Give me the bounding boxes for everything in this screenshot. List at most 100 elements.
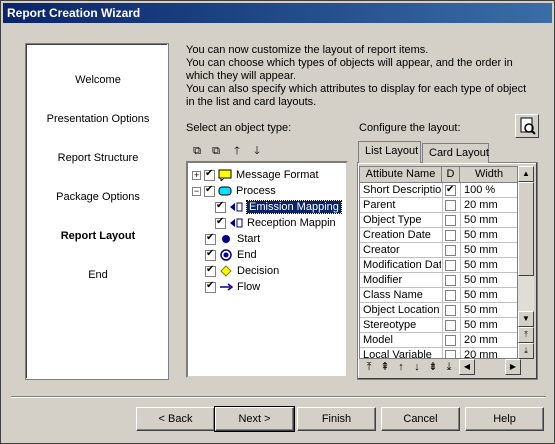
grid-vertical-scrollbar[interactable]: ▲ ▼ ⤒ ⤓ (518, 166, 534, 359)
width-cell[interactable]: 50 mm (464, 213, 517, 228)
collapse-icon[interactable]: − (192, 186, 201, 196)
display-cell[interactable] (445, 213, 459, 228)
display-cell[interactable] (445, 288, 459, 303)
expand-icon[interactable]: + (192, 170, 201, 180)
tree-checkbox[interactable] (205, 248, 216, 261)
display-checkbox[interactable] (445, 320, 456, 331)
table-row[interactable]: Object Location 50 mm (360, 303, 517, 318)
display-checkbox[interactable] (445, 350, 456, 358)
tree-item-message-format[interactable]: + Message Format (192, 167, 319, 183)
move-page-up-icon[interactable]: ⇞ (377, 359, 393, 375)
column-separator (460, 198, 461, 213)
table-row[interactable]: Model 20 mm (360, 333, 517, 348)
display-checkbox[interactable] (445, 183, 456, 197)
scroll-up-button[interactable]: ▲ (518, 166, 534, 182)
width-cell[interactable]: 100 % (464, 183, 517, 198)
width-cell[interactable]: 20 mm (464, 348, 517, 358)
display-cell[interactable] (445, 228, 459, 243)
back-button[interactable]: < Back (136, 407, 215, 431)
width-cell[interactable]: 50 mm (464, 243, 517, 258)
tree-checkbox[interactable] (204, 184, 215, 197)
tree-checkbox[interactable] (215, 200, 226, 213)
move-to-top-button[interactable]: ⤒ (518, 327, 534, 343)
tree-item-start[interactable]: Start (205, 231, 260, 247)
tab-list-layout[interactable]: List Layout (358, 141, 421, 163)
display-checkbox[interactable] (445, 245, 456, 256)
display-checkbox[interactable] (445, 305, 456, 316)
display-checkbox[interactable] (445, 200, 456, 211)
column-header-attribute-name[interactable]: Attibute Name (360, 167, 442, 183)
move-down-icon[interactable]: 🡓 (249, 143, 265, 159)
move-to-bottom-button[interactable]: ⤓ (518, 343, 534, 359)
move-bottom-icon[interactable]: ⤓ (441, 359, 457, 375)
tree-checkbox[interactable] (205, 280, 216, 293)
scroll-thumb[interactable] (518, 182, 534, 276)
table-row[interactable]: Modifier 50 mm (360, 273, 517, 288)
display-cell[interactable] (445, 318, 459, 333)
width-cell[interactable]: 50 mm (464, 288, 517, 303)
display-cell[interactable] (445, 258, 459, 273)
table-row[interactable]: Parent 20 mm (360, 198, 517, 213)
preview-button[interactable] (515, 114, 539, 138)
width-cell[interactable]: 50 mm (464, 318, 517, 333)
display-cell[interactable] (445, 183, 459, 198)
scroll-right-button[interactable]: ▶ (505, 359, 521, 375)
finish-button[interactable]: Finish (297, 407, 376, 431)
move-up-icon[interactable]: ↑ (393, 359, 409, 375)
object-type-tree[interactable]: + Message Format − Process Emission Mapp… (186, 161, 348, 378)
tree-item-emission-mapping[interactable]: Emission Mapping (215, 199, 342, 215)
display-cell[interactable] (445, 198, 459, 213)
display-cell[interactable] (445, 348, 459, 358)
tree-item-end[interactable]: End (205, 247, 257, 263)
display-checkbox[interactable] (445, 260, 456, 271)
display-checkbox[interactable] (445, 275, 456, 286)
column-header-width[interactable]: Width (460, 167, 517, 183)
display-cell[interactable] (445, 273, 459, 288)
width-cell[interactable]: 50 mm (464, 258, 517, 273)
table-row[interactable]: Modification Dat 50 mm (360, 258, 517, 273)
tree-checkbox[interactable] (204, 168, 215, 181)
tree-item-process[interactable]: − Process (192, 183, 276, 199)
tree-checkbox[interactable] (205, 232, 216, 245)
scroll-down-button[interactable]: ▼ (518, 311, 534, 327)
tree-item-reception-mapping[interactable]: Reception Mappin (215, 215, 336, 231)
display-cell[interactable] (445, 243, 459, 258)
help-button[interactable]: Help (465, 407, 544, 431)
table-row[interactable]: Local Variable 20 mm (360, 348, 517, 358)
tree-checkbox[interactable] (215, 216, 226, 229)
display-checkbox[interactable] (445, 335, 456, 346)
scroll-left-button[interactable]: ◀ (459, 359, 475, 375)
table-row[interactable]: Object Type 50 mm (360, 213, 517, 228)
width-cell[interactable]: 50 mm (464, 273, 517, 288)
tab-card-layout[interactable]: Card Layout (422, 143, 489, 163)
table-row[interactable]: Stereotype 50 mm (360, 318, 517, 333)
tree-item-decision[interactable]: Decision (205, 263, 279, 279)
width-cell[interactable]: 20 mm (464, 333, 517, 348)
display-cell[interactable] (445, 333, 459, 348)
step-report-structure: Report Structure (57, 152, 139, 164)
next-button[interactable]: Next > (214, 406, 295, 432)
move-down-icon[interactable]: ↓ (409, 359, 425, 375)
width-cell[interactable]: 20 mm (464, 198, 517, 213)
cancel-button[interactable]: Cancel (381, 407, 460, 431)
column-header-display[interactable]: D (442, 167, 460, 183)
width-cell[interactable]: 50 mm (464, 228, 517, 243)
display-cell[interactable] (445, 303, 459, 318)
display-checkbox[interactable] (445, 290, 456, 301)
move-up-icon[interactable]: 🡑 (229, 143, 245, 159)
move-page-down-icon[interactable]: ⇟ (425, 359, 441, 375)
preview-icon (520, 117, 536, 135)
table-row[interactable]: Creator 50 mm (360, 243, 517, 258)
table-row[interactable]: Creation Date 50 mm (360, 228, 517, 243)
table-row[interactable]: Class Name 50 mm (360, 288, 517, 303)
tree-item-flow[interactable]: Flow (205, 279, 260, 295)
attribute-grid[interactable]: Attibute Name D Width Short Descriptio 10… (359, 166, 518, 359)
tree-checkbox[interactable] (205, 264, 216, 277)
display-checkbox[interactable] (445, 215, 456, 226)
deselect-all-icon[interactable]: ⧉ (208, 143, 224, 159)
width-cell[interactable]: 50 mm (464, 303, 517, 318)
select-all-icon[interactable]: ⧉ (189, 143, 205, 159)
display-checkbox[interactable] (445, 230, 456, 241)
table-row[interactable]: Short Descriptio 100 % (360, 183, 517, 198)
move-top-icon[interactable]: ⤒ (361, 359, 377, 375)
